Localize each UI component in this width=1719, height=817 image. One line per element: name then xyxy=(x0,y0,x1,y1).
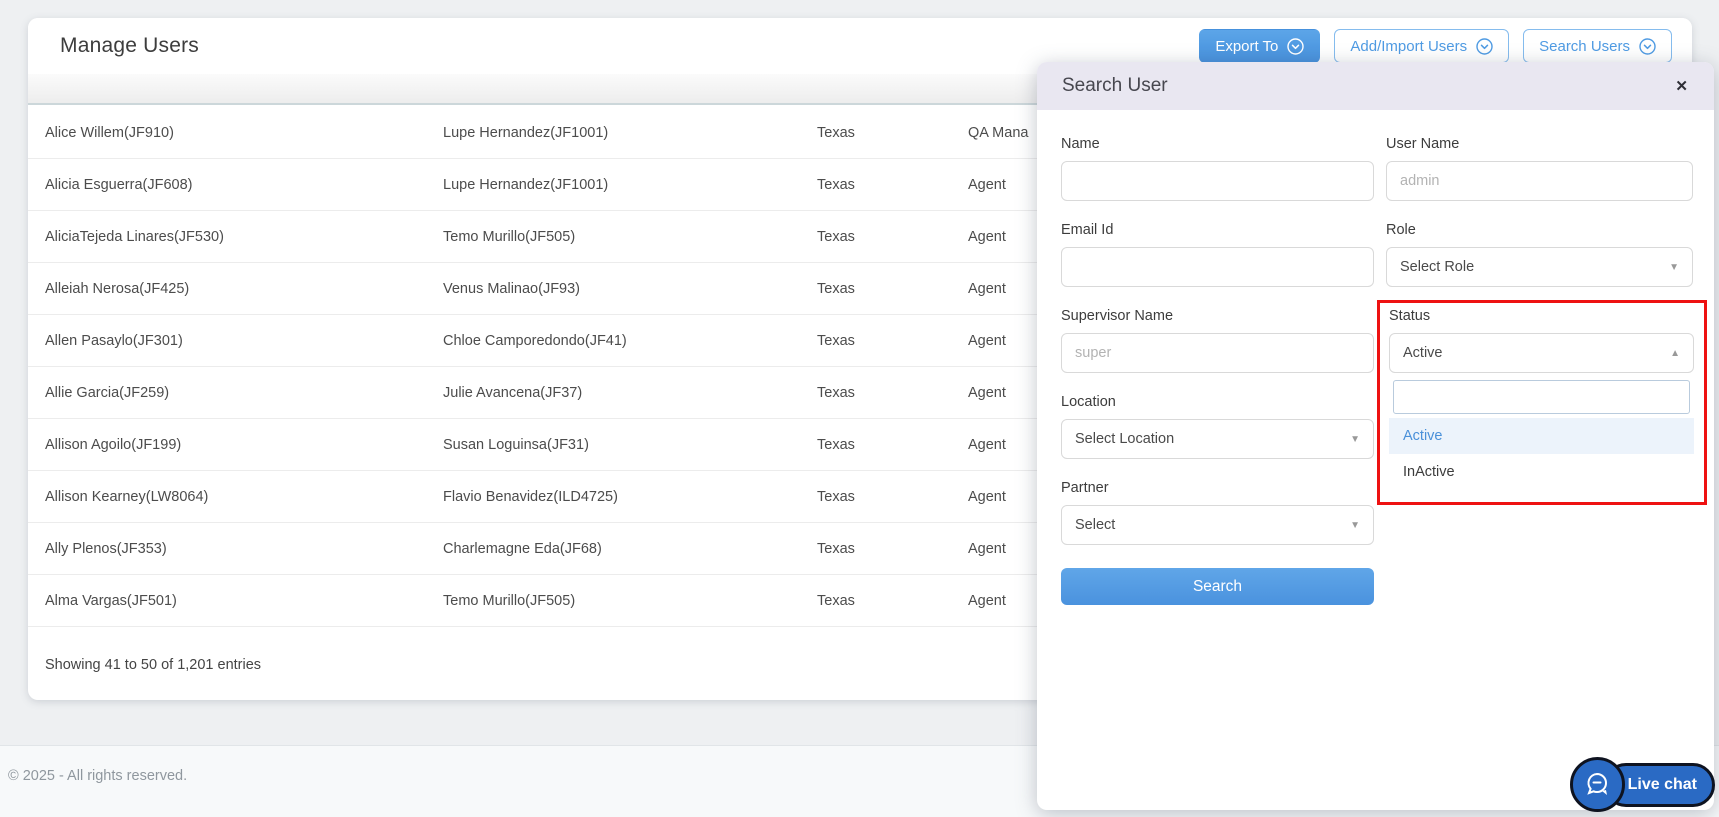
supervisor-cell: Temo Murillo(JF505) xyxy=(443,228,576,245)
status-option-active[interactable]: Active xyxy=(1389,418,1694,454)
search-button[interactable]: Search xyxy=(1061,568,1374,605)
chevron-down-circle-icon xyxy=(1476,37,1493,55)
status-label: Status xyxy=(1389,308,1431,324)
location-cell: Texas xyxy=(817,176,855,193)
live-chat-widget[interactable]: Live chat xyxy=(1570,757,1715,813)
add-import-users-button[interactable]: Add/Import Users xyxy=(1334,29,1510,63)
supervisor-cell: Charlemagne Eda(JF68) xyxy=(443,540,602,557)
caret-down-icon: ▼ xyxy=(1350,433,1360,445)
username-input[interactable] xyxy=(1386,161,1693,201)
location-select-value: Select Location xyxy=(1075,431,1175,447)
supervisor-label: Supervisor Name xyxy=(1061,308,1174,324)
supervisor-cell: Lupe Hernandez(JF1001) xyxy=(443,176,609,193)
supervisor-cell: Chloe Camporedondo(JF41) xyxy=(443,332,627,349)
location-cell: Texas xyxy=(817,228,855,245)
location-cell: Texas xyxy=(817,488,855,505)
user-name-cell: Alma Vargas(JF501) xyxy=(45,592,177,609)
copyright-text: © 2025 - All rights reserved. xyxy=(8,768,188,784)
supervisor-cell: Lupe Hernandez(JF1001) xyxy=(443,124,609,141)
user-name-cell: Allie Garcia(JF259) xyxy=(45,384,170,401)
partner-label: Partner xyxy=(1061,480,1109,496)
form-right-column: User Name Role Select Role ▼ Status Acti… xyxy=(1377,136,1707,505)
user-name-cell: Alicia Esguerra(JF608) xyxy=(45,176,193,193)
chevron-down-circle-icon xyxy=(1287,37,1305,55)
user-name-cell: Alleiah Nerosa(JF425) xyxy=(45,280,190,297)
live-chat-icon[interactable] xyxy=(1570,757,1625,812)
user-name-cell: AliciaTejeda Linares(JF530) xyxy=(45,228,224,245)
status-filter-input[interactable] xyxy=(1393,380,1690,414)
form-left-column: Name Email Id Supervisor Name Location S… xyxy=(1061,136,1374,605)
supervisor-cell: Venus Malinao(JF93) xyxy=(443,280,581,297)
username-label: User Name xyxy=(1386,136,1460,152)
supervisor-cell: Julie Avancena(JF37) xyxy=(443,384,583,401)
manage-users-page: Manage Users Export To Add/Import Users … xyxy=(0,0,1719,817)
page-title: Manage Users xyxy=(60,34,199,57)
user-name-cell: Allison Agoilo(JF199) xyxy=(45,436,182,453)
status-dropdown: Active InActive xyxy=(1389,380,1694,490)
chat-bubble-icon xyxy=(1586,772,1607,795)
user-name-cell: Alice Willem(JF910) xyxy=(45,124,174,141)
close-icon[interactable]: ✕ xyxy=(1675,77,1688,95)
caret-down-icon: ▼ xyxy=(1669,261,1679,273)
partner-field-group: Partner Select ▼ xyxy=(1061,480,1374,545)
name-field-group: Name xyxy=(1061,136,1374,201)
status-field-group: Status Active ▲ Active InActive xyxy=(1389,308,1694,490)
name-label: Name xyxy=(1061,136,1100,152)
caret-up-icon: ▲ xyxy=(1670,347,1680,359)
partner-select[interactable]: Select ▼ xyxy=(1061,505,1374,545)
location-cell: Texas xyxy=(817,124,855,141)
status-select[interactable]: Active ▲ xyxy=(1389,333,1694,373)
header-buttons: Export To Add/Import Users Search Users xyxy=(1199,29,1672,63)
status-select-value: Active xyxy=(1403,345,1443,361)
user-name-cell: Allison Kearney(LW8064) xyxy=(45,488,209,505)
user-name-cell: Ally Plenos(JF353) xyxy=(45,540,167,557)
search-user-form: Name Email Id Supervisor Name Location S… xyxy=(1037,110,1714,605)
supervisor-field-group: Supervisor Name xyxy=(1061,308,1374,373)
email-input[interactable] xyxy=(1061,247,1374,287)
supervisor-cell: Temo Murillo(JF505) xyxy=(443,592,576,609)
export-to-button[interactable]: Export To xyxy=(1199,29,1321,63)
partner-select-value: Select xyxy=(1075,517,1116,533)
role-select[interactable]: Select Role ▼ xyxy=(1386,247,1693,287)
search-users-button[interactable]: Search Users xyxy=(1523,29,1672,63)
role-field-group: Role Select Role ▼ xyxy=(1386,222,1693,287)
live-chat-label: Live chat xyxy=(1627,776,1697,793)
name-input[interactable] xyxy=(1061,161,1374,201)
location-cell: Texas xyxy=(817,384,855,401)
search-users-label: Search Users xyxy=(1539,37,1630,55)
role-select-value: Select Role xyxy=(1400,259,1475,275)
search-user-panel-header: Search User ✕ xyxy=(1037,62,1714,110)
supervisor-cell: Flavio Benavidez(ILD4725) xyxy=(443,488,618,505)
chevron-down-circle-icon xyxy=(1639,37,1656,55)
caret-down-icon: ▼ xyxy=(1350,519,1360,531)
email-field-group: Email Id xyxy=(1061,222,1374,287)
location-cell: Texas xyxy=(817,592,855,609)
location-cell: Texas xyxy=(817,280,855,297)
location-cell: Texas xyxy=(817,436,855,453)
username-field-group: User Name xyxy=(1386,136,1693,201)
location-label: Location xyxy=(1061,394,1116,410)
location-field-group: Location Select Location ▼ xyxy=(1061,394,1374,459)
add-import-users-label: Add/Import Users xyxy=(1350,37,1468,55)
export-to-label: Export To xyxy=(1215,37,1279,55)
search-user-panel: Search User ✕ Name Email Id Supervisor N… xyxy=(1037,62,1714,810)
status-annotation-box: Status Active ▲ Active InActive xyxy=(1377,300,1707,505)
user-name-cell: Allen Pasaylo(JF301) xyxy=(45,332,183,349)
supervisor-cell: Susan Loguinsa(JF31) xyxy=(443,436,589,453)
location-cell: Texas xyxy=(817,332,855,349)
email-label: Email Id xyxy=(1061,222,1114,238)
panel-title: Search User xyxy=(1062,75,1168,96)
role-label: Role xyxy=(1386,222,1416,238)
location-select[interactable]: Select Location ▼ xyxy=(1061,419,1374,459)
location-cell: Texas xyxy=(817,540,855,557)
supervisor-input[interactable] xyxy=(1061,333,1374,373)
status-option-inactive[interactable]: InActive xyxy=(1389,454,1694,490)
